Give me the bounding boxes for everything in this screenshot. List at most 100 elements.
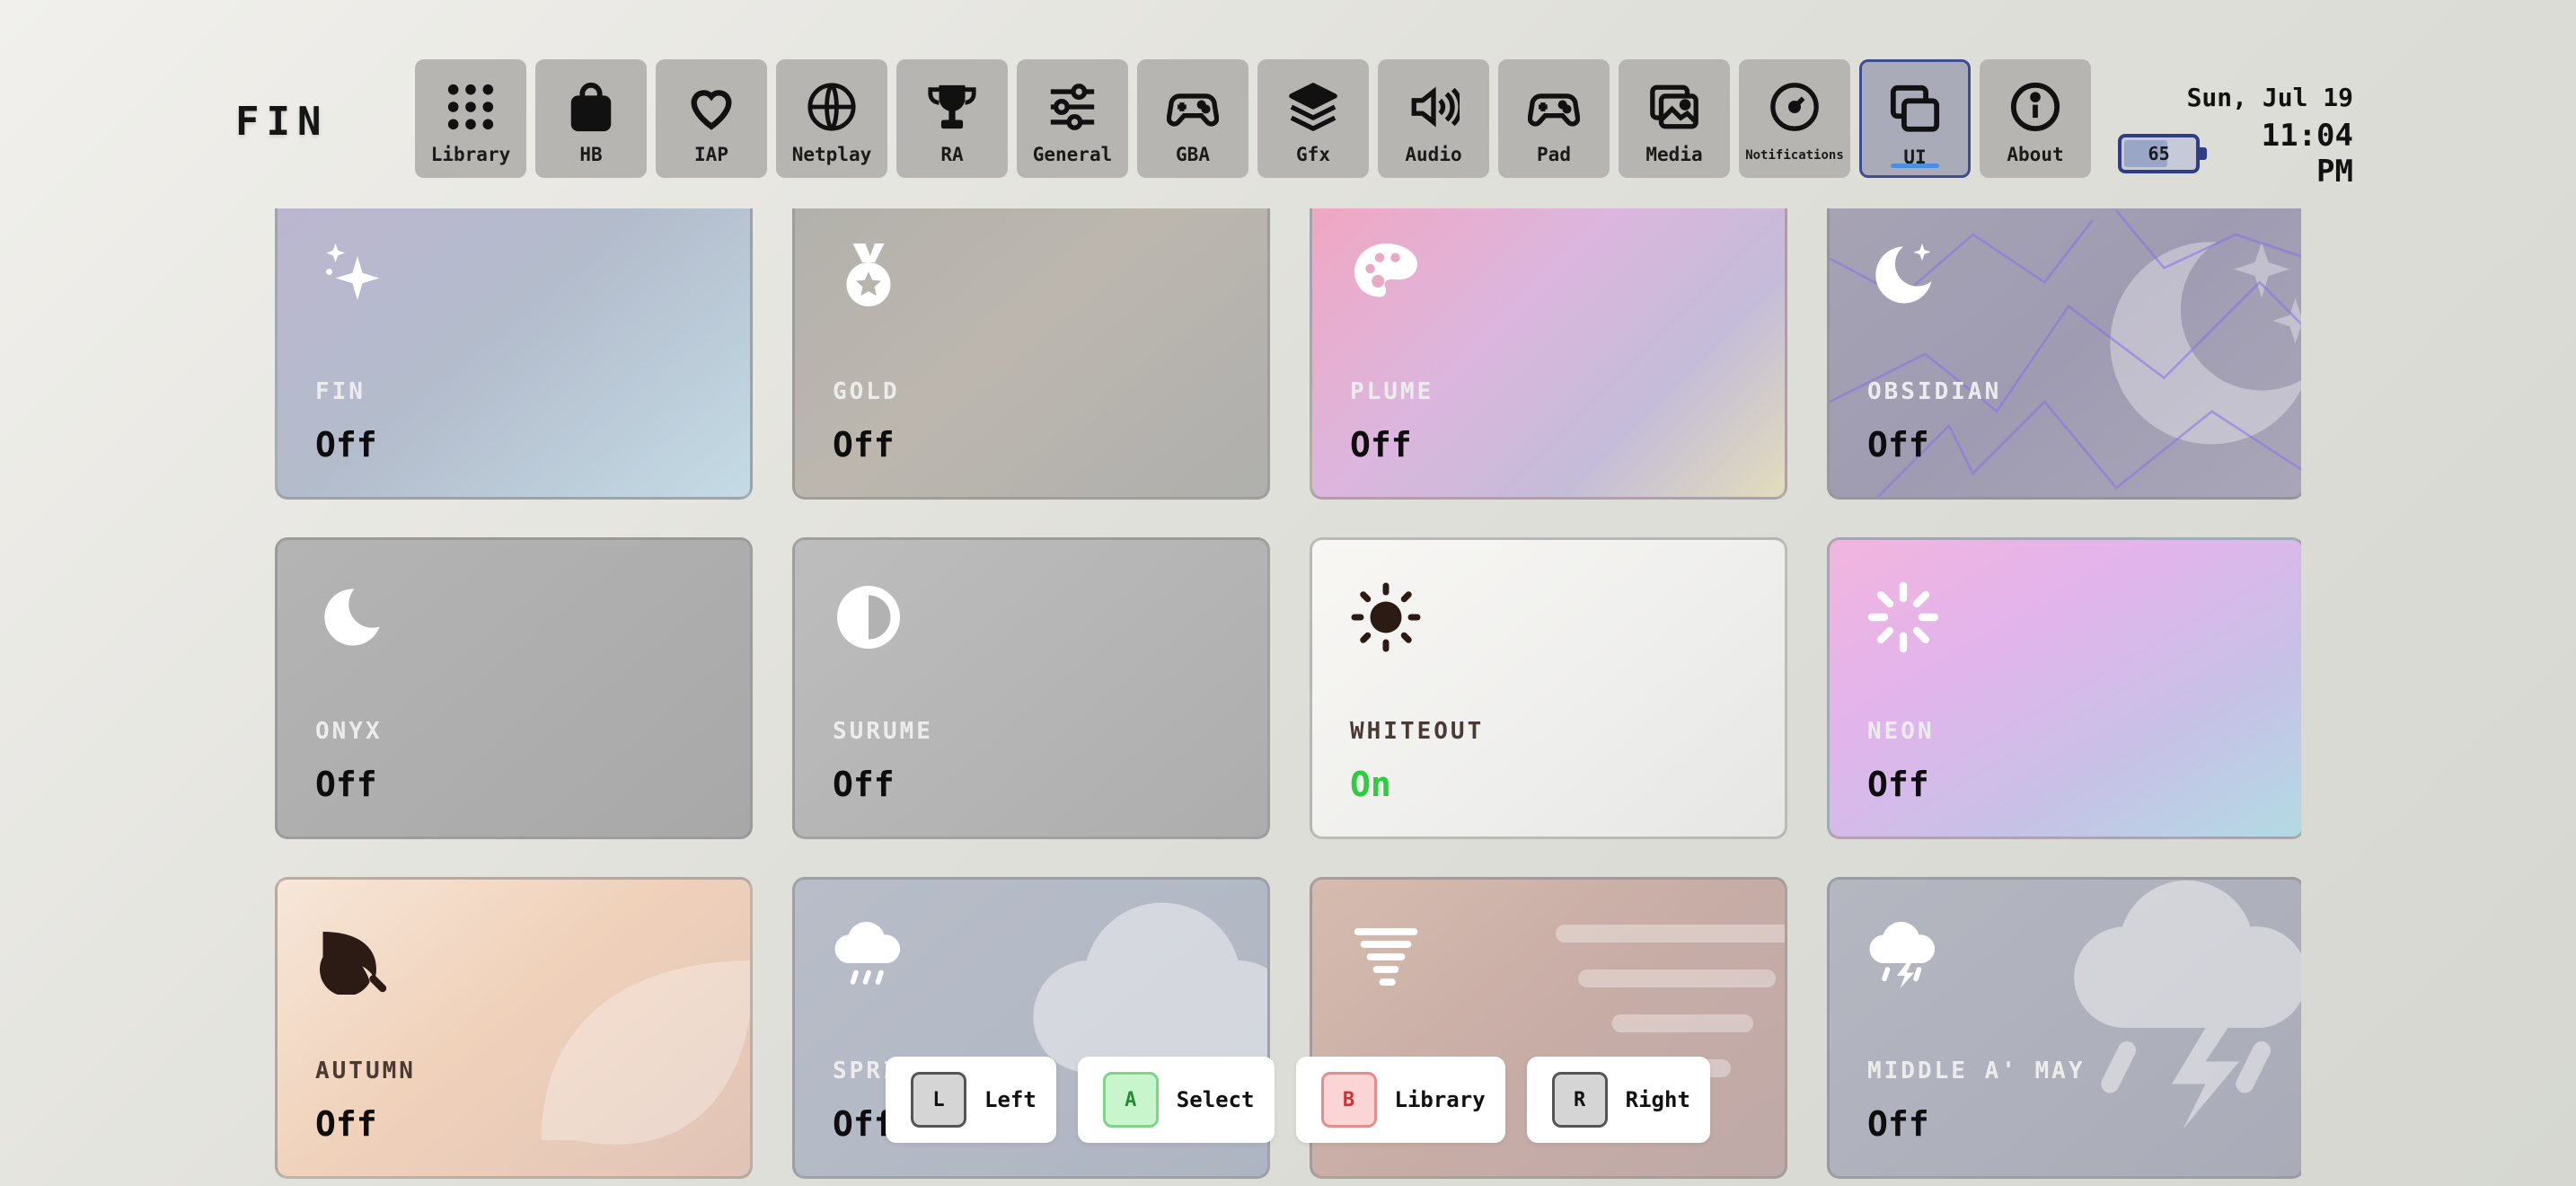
battery-nub [2200, 147, 2208, 160]
theme-name: WHITEOUT [1350, 718, 1485, 745]
theme-name: PLUME [1350, 378, 1434, 405]
tab-library[interactable]: Library [415, 59, 526, 178]
theme-name: MIDDLE A' MAY [1867, 1058, 2086, 1084]
palette-icon [1354, 243, 1417, 297]
speaker-icon [1411, 86, 1460, 128]
shopping-bag-icon [570, 82, 612, 132]
moon-stars-icon [1875, 243, 1932, 304]
grid-icon [447, 84, 494, 130]
theme-card-surume[interactable]: SURUME Off [792, 537, 1270, 839]
theme-card-neon[interactable]: NEON Off [1827, 537, 2301, 839]
images-icon [1650, 84, 1698, 129]
tab-bar: Library HB IAP Netplay RA General GBA Gf… [415, 59, 2091, 178]
tab-hb[interactable]: HB [535, 59, 647, 178]
leaf-icon [320, 932, 387, 995]
hint-label: Library [1394, 1087, 1486, 1112]
hint-label: Right [1625, 1087, 1690, 1112]
hint-library[interactable]: B Library [1295, 1057, 1505, 1143]
theme-status: Off [315, 1104, 377, 1144]
theme-name: FIN [315, 378, 366, 405]
windows-icon [1890, 84, 1940, 132]
tab-label: Audio [1405, 144, 1462, 165]
theme-name: AUTUMN [315, 1058, 416, 1084]
tab-label: IAP [694, 144, 728, 165]
theme-card-middle-a-may[interactable]: MIDDLE A' MAY Off [1827, 877, 2301, 1179]
theme-status: Off [315, 765, 377, 804]
tab-label: Pad [1537, 144, 1571, 165]
tab-label: General [1032, 144, 1113, 165]
theme-status: Off [315, 425, 377, 465]
heart-icon [691, 90, 732, 130]
hint-left[interactable]: L Left [886, 1057, 1056, 1143]
app-logo: FIN [235, 99, 329, 145]
gamepad-icon [1528, 93, 1580, 127]
tab-ra[interactable]: RA [896, 59, 1008, 178]
status-area: Sun, Jul 19 65 11:04 PM [2118, 83, 2353, 190]
time-label: 11:04 PM [2261, 118, 2353, 190]
leaf-background-icon [541, 960, 750, 1145]
theme-grid: FIN Off GOLD Off PLUME Off OBSIDIAN Off … [275, 208, 2301, 1186]
sun-icon [1351, 582, 1421, 652]
tab-gfx[interactable]: Gfx [1257, 59, 1369, 178]
moon-icon [324, 589, 380, 646]
button-hints: L Left A Select B Library R Right [886, 1057, 1710, 1143]
theme-name: OBSIDIAN [1867, 378, 2002, 405]
trophy-icon [928, 84, 976, 129]
theme-status: Off [1867, 765, 1929, 804]
date-label: Sun, Jul 19 [2186, 83, 2353, 112]
cloud-rain-icon [834, 922, 901, 985]
hint-label: Select [1176, 1087, 1255, 1112]
tab-ui[interactable]: UI [1859, 59, 1971, 178]
globe-icon [807, 83, 856, 131]
tab-label: Gfx [1296, 144, 1330, 165]
tab-label: GBA [1176, 144, 1210, 165]
hint-label: Left [984, 1087, 1037, 1112]
theme-card-fin[interactable]: FIN Off [275, 208, 753, 500]
tornado-icon [1354, 928, 1418, 986]
theme-card-onyx[interactable]: ONYX Off [275, 537, 753, 839]
tab-audio[interactable]: Audio [1378, 59, 1489, 178]
l-button-key: L [911, 1072, 966, 1128]
theme-card-obsidian[interactable]: OBSIDIAN Off [1827, 208, 2301, 500]
tab-label: Netplay [791, 144, 872, 165]
tab-label: About [2007, 144, 2064, 165]
theme-status: Off [1867, 425, 1929, 465]
theme-card-whiteout[interactable]: WHITEOUT On [1310, 537, 1787, 839]
half-circle-icon [837, 586, 900, 649]
info-icon [2010, 82, 2060, 132]
tab-notifications[interactable]: Notifications [1739, 59, 1850, 178]
a-button-key: A [1102, 1072, 1159, 1128]
tab-media[interactable]: Media [1619, 59, 1730, 178]
tab-iap[interactable]: IAP [656, 59, 767, 178]
dashboard-icon [1770, 83, 1819, 131]
tab-gba[interactable]: GBA [1137, 59, 1248, 178]
theme-card-gold[interactable]: GOLD Off [792, 208, 1270, 500]
tab-label: HB [579, 144, 603, 165]
sliders-icon [1050, 84, 1095, 130]
b-button-key: B [1320, 1072, 1377, 1128]
theme-status: Off [833, 765, 895, 804]
tab-about[interactable]: About [1980, 59, 2091, 178]
tab-label: RA [940, 144, 964, 165]
tab-label: Media [1645, 144, 1703, 165]
r-button-key: R [1551, 1072, 1608, 1128]
storm-background-icon [2074, 880, 2301, 1129]
theme-card-plume[interactable]: PLUME Off [1310, 208, 1787, 500]
theme-name: SURUME [833, 718, 933, 745]
medal-icon [846, 243, 891, 306]
theme-card-autumn[interactable]: AUTUMN Off [275, 877, 753, 1179]
hint-select[interactable]: A Select [1077, 1057, 1275, 1143]
theme-status: Off [833, 425, 895, 465]
hint-right[interactable]: R Right [1526, 1057, 1710, 1143]
theme-status: Off [1867, 1104, 1929, 1144]
cloud-lightning-icon [1869, 922, 1936, 988]
tab-netplay[interactable]: Netplay [776, 59, 887, 178]
theme-name: ONYX [315, 718, 383, 745]
battery-indicator: 65 [2118, 134, 2208, 173]
active-tab-indicator [1891, 164, 1939, 168]
tab-pad[interactable]: Pad [1498, 59, 1610, 178]
theme-status: On [1350, 765, 1391, 804]
gamepad-icon [1167, 93, 1219, 127]
battery-level: 65 [2148, 143, 2170, 164]
tab-general[interactable]: General [1017, 59, 1128, 178]
